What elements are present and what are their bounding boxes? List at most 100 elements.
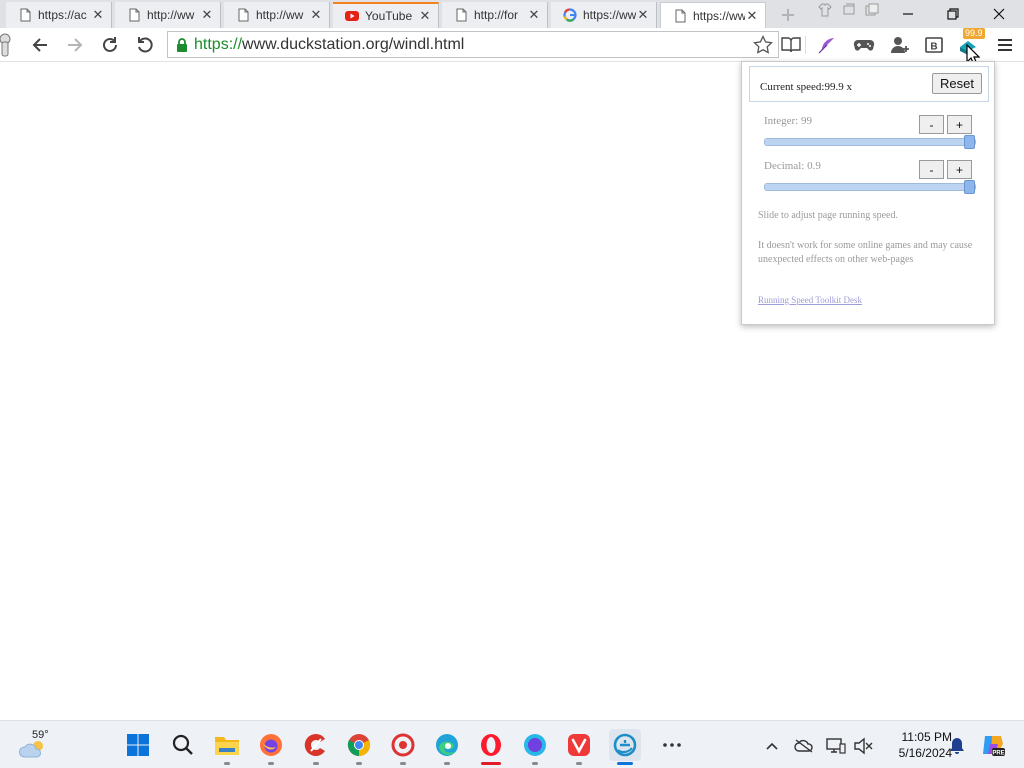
tab-title: http://for — [474, 8, 519, 22]
chrome-button[interactable] — [343, 729, 375, 765]
integer-plus-button[interactable]: + — [947, 115, 972, 134]
firefox-button[interactable] — [255, 729, 287, 765]
vivaldi-icon — [568, 734, 590, 756]
red-app-icon — [391, 733, 415, 757]
tab-active[interactable]: https://ww ✕ — [660, 2, 766, 28]
browser-e-icon — [613, 733, 637, 757]
running-indicator — [400, 762, 406, 765]
copilot-button[interactable]: PRE — [980, 732, 1006, 758]
forward-button[interactable] — [62, 32, 88, 58]
folder-icon — [215, 737, 239, 755]
close-icon[interactable]: ✕ — [309, 7, 323, 23]
current-speed-value: 99.9 x — [824, 81, 852, 93]
more-apps-button[interactable] — [656, 729, 688, 761]
decimal-slider[interactable] — [764, 180, 976, 194]
tab-2[interactable]: http://ww ✕ — [115, 2, 221, 28]
minimize-icon — [903, 13, 913, 15]
display-tray-button[interactable] — [826, 736, 846, 756]
decimal-slider-thumb[interactable] — [964, 180, 975, 194]
decimal-plus-button[interactable]: + — [947, 160, 972, 179]
close-icon[interactable]: ✕ — [200, 7, 214, 23]
active-browser-button[interactable] — [609, 729, 641, 765]
clock-date: 5/16/2024 — [898, 746, 952, 760]
reset-button[interactable]: Reset — [932, 73, 982, 94]
close-icon[interactable]: ✕ — [418, 8, 432, 24]
integer-slider-thumb[interactable] — [964, 135, 975, 149]
reader-mode-button[interactable] — [778, 32, 804, 58]
window-list-icon[interactable] — [865, 3, 879, 17]
weather-widget[interactable]: 59° — [14, 727, 74, 763]
edge-icon — [436, 734, 458, 756]
integer-minus-button[interactable]: - — [919, 115, 944, 134]
volume-tray-button[interactable] — [853, 736, 873, 756]
undo-close-button[interactable] — [132, 32, 158, 58]
plus-icon — [782, 9, 794, 21]
tab-title: YouTube — [365, 9, 413, 23]
bookmark-star-button[interactable] — [750, 32, 776, 58]
system-clock[interactable]: 11:05 PM 5/16/2024 — [876, 729, 952, 761]
extension-gamepad-button[interactable] — [851, 32, 877, 58]
close-window-button[interactable] — [984, 4, 1014, 24]
app-red-circle-button[interactable] — [387, 729, 419, 765]
back-button[interactable] — [27, 32, 53, 58]
current-speed-box: Current speed:99.9 x Reset — [749, 66, 989, 102]
decimal-label: Decimal: 0.9 — [764, 160, 821, 172]
close-icon — [993, 8, 1005, 20]
user-add-icon — [891, 37, 909, 53]
search-button[interactable] — [167, 729, 199, 761]
shirt-icon[interactable] — [818, 3, 832, 17]
browser-toolbar: https://www.duckstation.org/windl.html B… — [0, 28, 1024, 62]
opera-icon — [481, 734, 501, 756]
search-icon — [172, 734, 193, 755]
restore-button[interactable] — [938, 4, 968, 24]
integer-slider[interactable] — [764, 135, 976, 149]
extension-feather-button[interactable] — [814, 32, 840, 58]
side-panel-handle[interactable] — [0, 32, 14, 58]
copilot-pre-icon: PRE — [983, 736, 1005, 757]
opera-button[interactable] — [475, 729, 507, 765]
reload-icon — [103, 37, 117, 52]
start-button[interactable] — [122, 729, 154, 761]
file-explorer-button[interactable] — [211, 729, 243, 765]
gamepad-icon — [853, 39, 875, 51]
url-text[interactable]: https://www.duckstation.org/windl.html — [194, 36, 464, 54]
edge-button[interactable] — [431, 729, 463, 765]
ccleaner-button[interactable] — [300, 729, 332, 765]
onedrive-tray-button[interactable] — [794, 736, 814, 756]
extension-b-button[interactable]: B — [921, 32, 947, 58]
reload-button[interactable] — [97, 32, 123, 58]
close-icon[interactable]: ✕ — [91, 7, 105, 23]
running-indicator — [617, 762, 633, 765]
keyhole-icon — [0, 33, 11, 57]
tab-list-icon[interactable] — [842, 3, 856, 17]
tab-youtube[interactable]: YouTube ✕ — [333, 2, 439, 28]
current-speed-text: Current speed:99.9 x — [760, 81, 852, 93]
tab-1[interactable]: https://ac ✕ — [6, 2, 112, 28]
integer-label: Integer: 99 — [764, 115, 812, 127]
speed-control-popup: Current speed:99.9 x Reset Integer: 99 -… — [741, 61, 995, 325]
decimal-minus-button[interactable]: - — [919, 160, 944, 179]
ccleaner-icon — [304, 733, 325, 756]
credit-link[interactable]: Running Speed Toolkit Desk — [758, 295, 862, 305]
close-icon[interactable]: ✕ — [636, 7, 650, 23]
vivaldi-button[interactable] — [563, 729, 595, 765]
windows-taskbar: 59° 11:05 PM 5/16/2024 PRE — [0, 720, 1024, 768]
tab-3[interactable]: http://ww ✕ — [224, 2, 330, 28]
close-icon[interactable]: ✕ — [745, 8, 759, 24]
b-box-icon: B — [925, 37, 943, 53]
show-hidden-icons-button[interactable] — [762, 736, 782, 756]
menu-button[interactable] — [992, 32, 1018, 58]
app-blue-orb-button[interactable] — [519, 729, 551, 765]
new-tab-button[interactable] — [776, 6, 800, 24]
running-indicator — [576, 762, 582, 765]
tab-google[interactable]: https://ww ✕ — [551, 2, 657, 28]
address-bar[interactable]: https://www.duckstation.org/windl.html — [167, 31, 779, 58]
close-icon[interactable]: ✕ — [527, 7, 541, 23]
extension-user-add-button[interactable] — [887, 32, 913, 58]
tab-5[interactable]: http://for ✕ — [442, 2, 548, 28]
page-icon — [20, 8, 31, 22]
ellipsis-icon — [663, 743, 681, 747]
minimize-button[interactable] — [893, 4, 923, 24]
notifications-button[interactable] — [947, 736, 967, 756]
extension-badge: 99.9 — [963, 28, 985, 39]
